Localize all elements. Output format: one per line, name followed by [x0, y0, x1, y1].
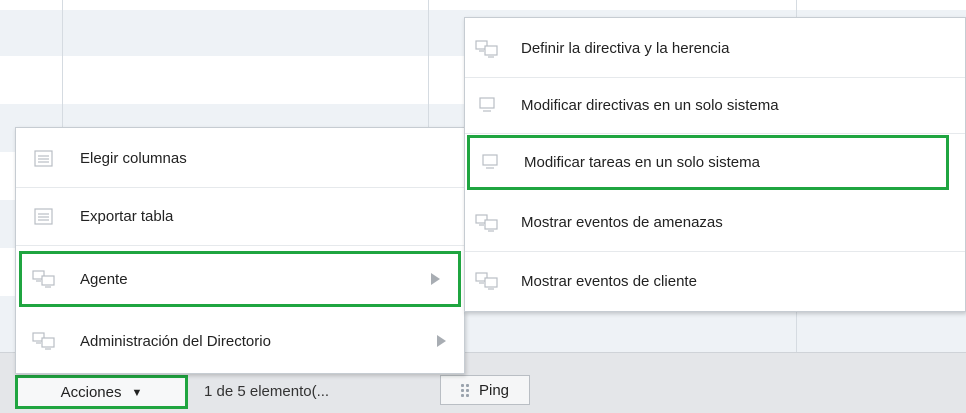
submenu-arrow-icon	[437, 335, 446, 347]
submenu-item-modify-tasks[interactable]: Modificar tareas en un solo sistema	[467, 135, 949, 190]
submenu-item-client-events[interactable]: Mostrar eventos de cliente	[465, 252, 965, 310]
submenu-item-label: Definir la directiva y la herencia	[521, 40, 730, 57]
list-icon	[32, 207, 56, 227]
menu-item-label: Agente	[80, 270, 128, 288]
computers-icon	[475, 213, 499, 233]
menu-item-label: Exportar tabla	[80, 208, 174, 225]
menu-item-label: Elegir columnas	[80, 150, 187, 167]
submenu-item-define-policy[interactable]: Definir la directiva y la herencia	[465, 20, 965, 78]
computers-icon	[32, 269, 56, 289]
submenu-item-label: Mostrar eventos de amenazas	[521, 214, 723, 231]
submenu-item-label: Modificar tareas en un solo sistema	[524, 154, 760, 171]
menu-item-label: Administración del Directorio	[80, 332, 271, 350]
caret-down-icon: ▼	[131, 387, 143, 399]
computer-icon	[478, 153, 502, 173]
agent-submenu: Definir la directiva y la herencia Modif…	[464, 17, 966, 312]
computers-icon	[32, 331, 56, 351]
item-count-label: 1 de 5 elemento(...	[204, 383, 330, 400]
menu-item-agent[interactable]: Agente	[19, 251, 461, 307]
actions-button[interactable]: Acciones ▼	[15, 375, 188, 409]
list-icon	[32, 149, 56, 169]
submenu-item-label: Modificar directivas en un solo sistema	[521, 97, 779, 114]
computer-icon	[475, 96, 499, 116]
submenu-arrow-icon	[431, 273, 440, 285]
ping-button[interactable]: Ping	[440, 375, 530, 405]
menu-item-export-table[interactable]: Exportar tabla	[16, 188, 464, 246]
menu-item-choose-columns[interactable]: Elegir columnas	[16, 130, 464, 188]
submenu-item-modify-policies[interactable]: Modificar directivas en un solo sistema	[465, 78, 965, 134]
actions-menu: Elegir columnas Exportar tabla Agente Ad…	[15, 127, 465, 374]
computers-icon	[475, 271, 499, 291]
submenu-item-label: Mostrar eventos de cliente	[521, 272, 697, 290]
menu-item-directory-admin[interactable]: Administración del Directorio	[16, 312, 464, 370]
ping-button-label: Ping	[478, 381, 510, 399]
submenu-item-threat-events[interactable]: Mostrar eventos de amenazas	[465, 194, 965, 252]
grip-icon	[460, 382, 471, 398]
computers-icon	[475, 39, 499, 59]
actions-button-label: Acciones	[60, 383, 122, 401]
